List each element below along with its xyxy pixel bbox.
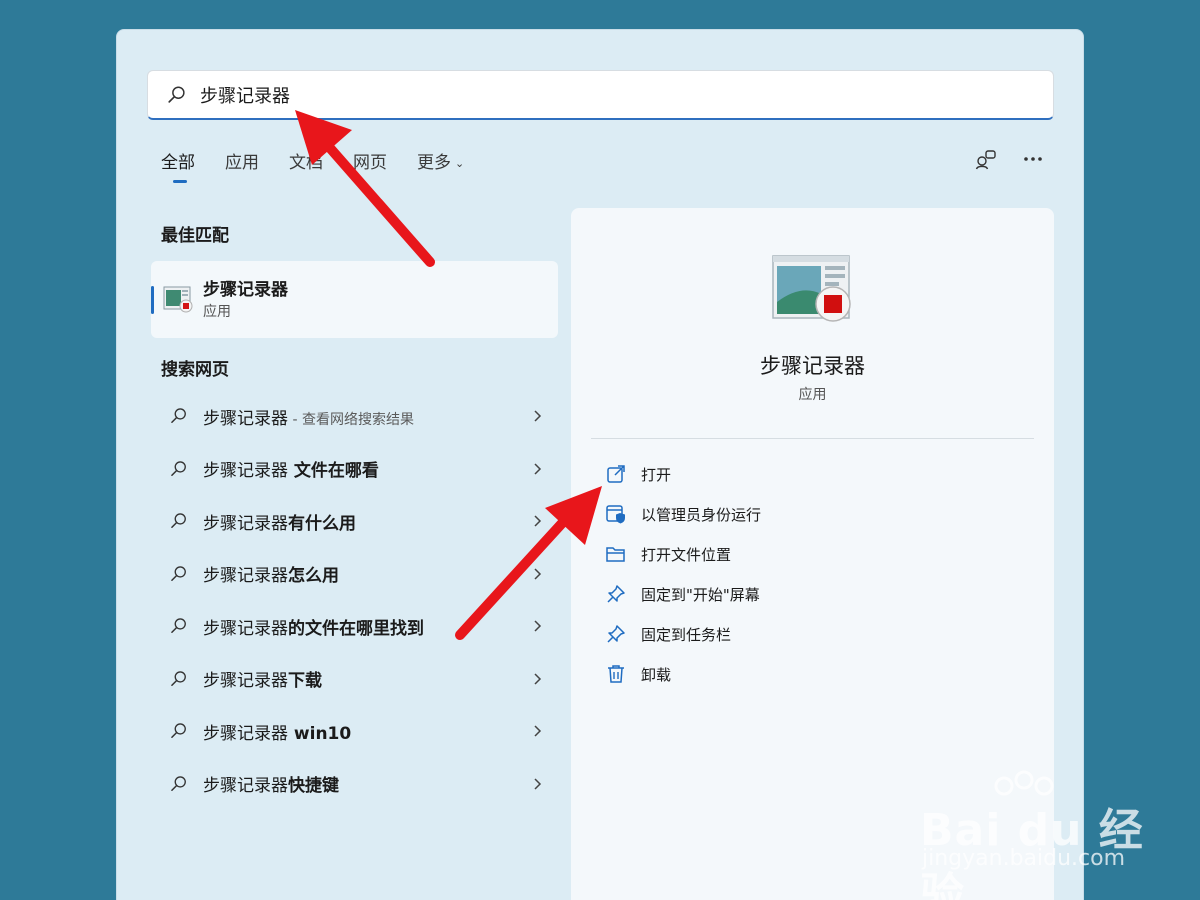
web-suggestion-item[interactable]: 步骤记录器有什么用 [161,495,551,548]
suggestion-bold: 下载 [288,671,322,692]
tab-documents[interactable]: 文档 [289,148,323,183]
suggestion-text: 步骤记录器的文件在哪里找到 [203,614,424,639]
chevron-right-icon [534,673,542,685]
chevron-right-icon [534,515,542,527]
best-match-type: 应用 [203,304,231,320]
suggestion-hint: - 查看网络搜索结果 [288,411,414,428]
baidu-watermark: Bai du 经验 jingyan.baidu.com [920,770,1150,900]
account-switch-icon[interactable] [975,148,997,170]
tab-label: 更多 [417,153,451,173]
detail-app-name: 步骤记录器 [760,354,865,378]
tab-more[interactable]: 更多 ⌄ [417,148,464,183]
search-icon [171,671,186,686]
action-label: 固定到任务栏 [641,625,732,644]
pin-icon [607,625,625,643]
search-box[interactable]: 步骤记录器 [147,70,1054,120]
tab-apps[interactable]: 应用 [225,148,259,183]
more-options-icon[interactable] [1023,156,1043,162]
tab-label: 网页 [353,153,387,173]
suggestion-bold: win10 [288,723,352,744]
search-icon [171,618,186,634]
suggestion-prefix: 步骤记录器 [203,618,288,639]
chevron-right-icon [534,568,542,580]
action-label: 打开 [641,465,672,484]
suggestion-prefix: 步骤记录器 [203,461,288,482]
web-suggestion-item[interactable]: 步骤记录器的文件在哪里找到 [161,600,551,653]
suggestion-prefix: 步骤记录器 [203,408,288,429]
steps-recorder-app-icon [163,286,193,313]
trash-icon [608,665,624,683]
steps-recorder-large-icon [772,255,851,322]
admin-shield-icon [606,505,625,524]
detail-app-type: 应用 [798,387,827,403]
web-search-heading: 搜索网页 [161,360,229,380]
watermark-url: jingyan.baidu.com [922,846,1126,871]
selection-indicator [151,286,154,314]
chevron-right-icon [534,620,542,632]
web-suggestion-item[interactable]: 步骤记录器 - 查看网络搜索结果 [161,390,551,443]
chevron-right-icon [534,778,542,790]
search-icon [171,566,186,581]
search-icon [171,461,186,476]
tab-label: 应用 [225,153,259,173]
search-icon [171,723,186,739]
best-match-heading: 最佳匹配 [161,226,229,246]
chevron-down-icon: ⌄ [455,156,465,170]
suggestion-text: 步骤记录器 win10 [203,719,351,744]
suggestion-text: 步骤记录器快捷键 [203,771,339,796]
web-suggestion-item[interactable]: 步骤记录器快捷键 [161,758,551,811]
search-icon [171,513,186,529]
suggestion-prefix: 步骤记录器 [203,513,288,534]
tab-label: 文档 [289,153,323,173]
search-icon [171,408,186,424]
suggestion-text: 步骤记录器怎么用 [203,561,339,586]
suggestion-bold: 文件在哪看 [288,461,379,482]
suggestion-prefix: 步骤记录器 [203,723,288,744]
chevron-right-icon [534,463,542,475]
pin-to-taskbar-action[interactable]: 固定到任务栏 [605,614,761,654]
web-suggestion-item[interactable]: 步骤记录器下载 [161,653,551,706]
suggestion-bold: 有什么用 [288,513,356,534]
uninstall-action[interactable]: 卸载 [605,654,761,694]
action-label: 以管理员身份运行 [641,505,762,524]
chevron-right-icon [534,725,542,737]
web-suggestion-item[interactable]: 步骤记录器怎么用 [161,548,551,601]
action-label: 固定到"开始"屏幕 [641,585,760,604]
suggestion-bold: 的文件在哪里找到 [288,618,424,639]
suggestion-bold: 怎么用 [288,566,339,587]
web-suggestion-item[interactable]: 步骤记录器 win10 [161,705,551,758]
pin-icon [607,585,625,603]
suggestion-prefix: 步骤记录器 [203,566,288,587]
chevron-right-icon [534,410,542,422]
tab-web[interactable]: 网页 [353,148,387,183]
best-match-result[interactable]: 步骤记录器 应用 [151,261,558,338]
app-actions-list: 打开 以管理员身份运行 打开文件位置 固定到"开始"屏幕 固定到任务栏 卸载 [605,454,761,694]
folder-icon [606,547,625,562]
open-action[interactable]: 打开 [605,454,761,494]
web-suggestion-item[interactable]: 步骤记录器 文件在哪看 [161,443,551,496]
search-query[interactable]: 步骤记录器 [200,82,290,108]
search-icon [168,85,185,103]
suggestion-text: 步骤记录器 - 查看网络搜索结果 [203,404,414,429]
tab-all[interactable]: 全部 [161,148,195,183]
action-label: 卸载 [641,665,672,684]
suggestion-prefix: 步骤记录器 [203,671,288,692]
run-as-admin-action[interactable]: 以管理员身份运行 [605,494,761,534]
best-match-name: 步骤记录器 [203,280,288,300]
suggestion-prefix: 步骤记录器 [203,776,288,797]
open-file-location-action[interactable]: 打开文件位置 [605,534,761,574]
suggestion-text: 步骤记录器下载 [203,666,322,691]
web-suggestion-list: 步骤记录器 - 查看网络搜索结果 步骤记录器 文件在哪看 步骤记录器有什么用 步… [161,390,551,810]
suggestion-bold: 快捷键 [288,776,339,797]
suggestion-text: 步骤记录器 文件在哪看 [203,456,379,481]
filter-tabs: 全部 应用 文档 网页 更多 ⌄ [161,148,494,183]
suggestion-text: 步骤记录器有什么用 [203,509,356,534]
pin-to-start-action[interactable]: 固定到"开始"屏幕 [605,574,761,614]
tab-label: 全部 [161,153,195,173]
open-external-icon [607,465,625,483]
action-label: 打开文件位置 [641,545,732,564]
top-right-actions [975,148,1043,170]
divider [591,438,1034,439]
search-icon [171,776,186,791]
